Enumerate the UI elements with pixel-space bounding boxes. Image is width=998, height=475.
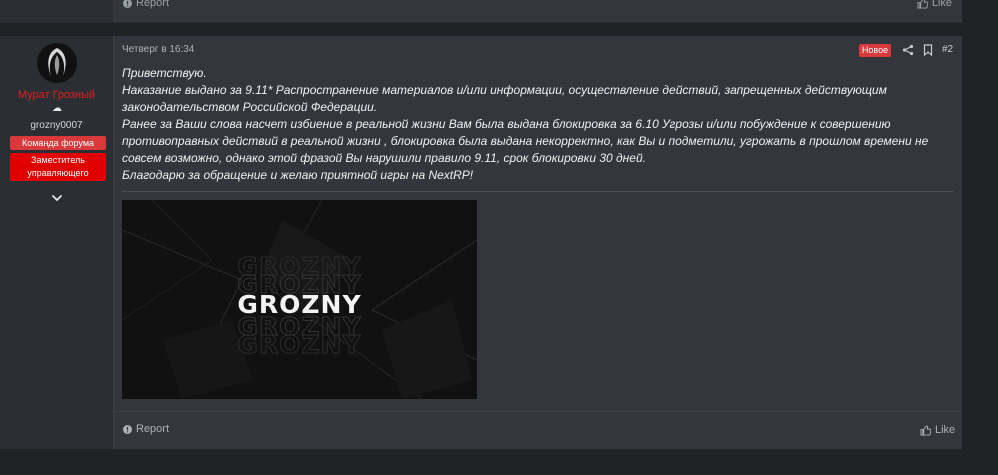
- alert-icon: [123, 424, 132, 434]
- user-banner-deputy-label: Заместитель управляющего: [27, 155, 89, 178]
- message-divider: [122, 191, 954, 192]
- cloud-icon: ☁: [52, 103, 62, 114]
- post-image[interactable]: GROZNY GROZNY GROZNY GROZNY GROZNY: [122, 200, 477, 399]
- thumbs-up-icon: [920, 424, 931, 436]
- chevron-down-icon[interactable]: [49, 190, 65, 206]
- previous-like-button[interactable]: Like: [917, 0, 952, 9]
- new-badge: Новое: [859, 44, 891, 57]
- message-line: Наказание выдано за 9.11* Распространени…: [122, 83, 887, 114]
- post-number[interactable]: #2: [942, 44, 953, 55]
- footer-divider: [113, 411, 962, 412]
- like-label: Like: [935, 424, 956, 436]
- thumbs-up-icon: [917, 0, 928, 9]
- avatar[interactable]: [37, 43, 77, 83]
- previous-like-label: Like: [931, 0, 952, 9]
- forum-post: Мурат Грозный ☁ grozny0007 Команда форум…: [0, 36, 962, 449]
- message-line: Ранее за Ваши слова насчет избиение в ре…: [122, 117, 929, 165]
- user-banner-deputy: Заместитель управляющего: [10, 153, 106, 181]
- previous-report-link[interactable]: Report: [123, 0, 169, 9]
- post-date[interactable]: Четверг в 16:34: [122, 44, 194, 55]
- post-message: Приветствую. Наказание выдано за 9.11* Р…: [122, 65, 952, 184]
- author-username[interactable]: Мурат Грозный: [0, 89, 113, 101]
- alert-icon: [123, 0, 132, 8]
- message-line: Приветствую.: [122, 66, 207, 80]
- bookmark-icon[interactable]: [922, 44, 934, 56]
- share-icon[interactable]: [902, 44, 914, 56]
- previous-post-sidebar: [0, 0, 113, 22]
- report-label: Report: [136, 423, 170, 435]
- user-banner-forum-team: Команда форума: [10, 136, 106, 150]
- report-link[interactable]: Report: [123, 423, 169, 435]
- author-user-title: grozny0007: [30, 120, 83, 131]
- previous-report-label: Report: [136, 0, 170, 9]
- like-button[interactable]: Like: [920, 424, 955, 436]
- message-line: Благодарю за обращение и желаю приятной …: [122, 168, 474, 182]
- avatar-image: [37, 43, 77, 83]
- post-author-sidebar: Мурат Грозный ☁ grozny0007 Команда форум…: [0, 36, 114, 449]
- image-echo-text: GROZNY: [237, 330, 362, 360]
